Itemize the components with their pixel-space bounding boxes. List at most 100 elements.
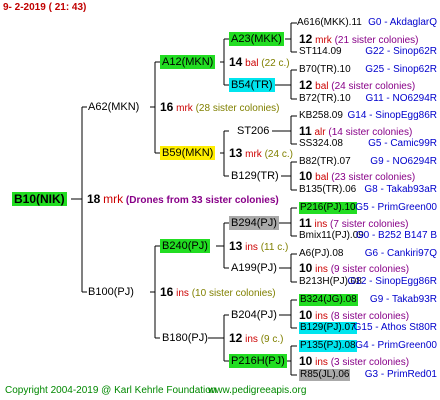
g4-label-3[interactable]: B72(TR).10: [299, 93, 351, 105]
root-note: (Drones from 33 sister colonies): [125, 195, 279, 206]
g3-stats-1: 12 bal (24 sister colonies): [299, 79, 415, 93]
g3-mark-4: ins: [314, 219, 328, 230]
g3-mark-6: ins: [315, 311, 328, 322]
g3-note-1: (24 sister colonies): [331, 81, 416, 92]
g3-node-6[interactable]: B204(PJ): [229, 308, 279, 322]
g3-node-3[interactable]: B129(TR): [229, 169, 281, 183]
g2-mark-2: ins: [245, 242, 258, 253]
g4-label-12[interactable]: B324(JG).08: [299, 294, 358, 306]
g3-count-2: 11: [299, 124, 312, 138]
g4-info-15: G3 - PrimRed01: [364, 369, 437, 380]
g4-info-3: G11 - NO6294R: [365, 93, 437, 104]
g4-info-6: G9 - NO6294R: [370, 156, 437, 167]
g3-node-2[interactable]: ST206: [235, 124, 271, 138]
g4-label-1[interactable]: ST114.09: [299, 46, 342, 58]
g3-count-7: 10: [299, 354, 313, 368]
g3-stats-0: 12 mrk (21 sister colonies): [299, 33, 419, 47]
g2-stats-1: 13 mrk (24 c.): [229, 147, 293, 161]
g2-count-2: 13: [229, 239, 243, 253]
g4-label-8[interactable]: P216(PJ).10: [299, 202, 357, 214]
g1-node-0[interactable]: A62(MKN): [86, 100, 141, 114]
g4-label-6[interactable]: B82(TR).07: [299, 156, 351, 168]
g4-info-8: G5 - PrimGreen00: [355, 202, 437, 213]
root-stats: 18 mrk (Drones from 33 sister colonies): [87, 193, 279, 207]
g3-mark-2: alr: [314, 127, 326, 138]
g3-count-3: 10: [299, 169, 313, 183]
root-count: 18: [87, 192, 101, 206]
g3-note-2: (14 sister colonies): [328, 127, 413, 138]
g1-stats-0: 16 mrk (28 sister colonies): [160, 101, 280, 115]
g3-note-0: (21 sister colonies): [334, 35, 419, 46]
g4-label-14[interactable]: P135(PJ).08: [299, 340, 357, 352]
g3-stats-3: 10 bal (23 sister colonies): [299, 170, 415, 184]
g3-mark-1: bal: [315, 81, 329, 92]
g4-info-5: G5 - Camic99R: [368, 138, 437, 149]
g3-stats-4: 11 ins (7 sister colonies): [299, 217, 408, 231]
g2-note-3: (9 c.): [260, 334, 284, 345]
g2-node-0[interactable]: A12(MKN): [160, 55, 216, 69]
g4-label-9[interactable]: Bmix11(PJ).09: [299, 230, 364, 242]
g2-node-1[interactable]: B59(MKN): [160, 146, 216, 160]
g3-note-7: (3 sister colonies): [330, 357, 410, 368]
g2-stats-2: 13 ins (11 c.): [229, 240, 288, 254]
g2-stats-0: 14 bal (22 c.): [229, 56, 290, 70]
g4-label-10[interactable]: A6(PJ).08: [299, 248, 343, 260]
g2-node-3[interactable]: B180(PJ): [160, 331, 210, 345]
g3-count-1: 12: [299, 78, 313, 92]
g4-label-0[interactable]: A616(MKK).11: [297, 17, 362, 29]
g3-mark-7: ins: [315, 357, 328, 368]
g1-node-1[interactable]: B100(PJ): [86, 285, 136, 299]
g3-stats-5: 10 ins (9 sister colonies): [299, 262, 409, 276]
g4-info-2: G25 - Sinop62R: [365, 64, 437, 75]
g3-node-4[interactable]: B294(PJ): [229, 216, 279, 230]
root-mark: mrk: [103, 192, 124, 206]
g2-node-2[interactable]: B240(PJ): [160, 239, 210, 253]
g3-node-5[interactable]: A199(PJ): [229, 261, 279, 275]
g4-info-1: G22 - Sinop62R: [365, 46, 437, 57]
g4-label-15[interactable]: R85(JL).06: [299, 369, 351, 381]
g4-info-9: G0 - B252 B147 B: [355, 230, 437, 241]
date-header: 9- 2-2019 ( 21: 43): [3, 2, 87, 13]
g2-count-0: 14: [229, 55, 243, 69]
g1-stats-1: 16 ins (10 sister colonies): [160, 286, 276, 300]
g3-note-4: (7 sister colonies): [330, 219, 409, 230]
g2-mark-0: bal: [245, 58, 259, 69]
g3-node-7[interactable]: P216H(PJ): [229, 354, 287, 368]
g4-info-4: G14 - SinopEgg86R: [347, 110, 437, 121]
g4-label-13[interactable]: B129(PJ).07: [299, 322, 357, 334]
g3-count-6: 10: [299, 308, 313, 322]
g2-mark-1: mrk: [245, 149, 262, 160]
g2-count-3: 12: [229, 331, 243, 345]
g1-mark-1: ins: [176, 288, 189, 299]
g4-info-14: G4 - PrimGreen00: [355, 340, 437, 351]
g3-node-0[interactable]: A23(MKK): [229, 32, 284, 46]
g2-note-2: (11 c.): [260, 242, 289, 253]
g4-label-2[interactable]: B70(TR).10: [299, 64, 351, 76]
root-node[interactable]: B10(NIK): [12, 192, 67, 206]
g3-note-5: (9 sister colonies): [330, 264, 410, 275]
g3-stats-6: 10 ins (8 sister colonies): [299, 309, 409, 323]
g3-count-4: 11: [299, 216, 312, 230]
g4-label-7[interactable]: B135(TR).06: [299, 184, 356, 196]
g4-info-12: G9 - Takab93R: [369, 294, 437, 305]
g2-stats-3: 12 ins (9 c.): [229, 332, 284, 346]
g2-count-1: 13: [229, 146, 243, 160]
g3-count-5: 10: [299, 261, 313, 275]
g3-note-3: (23 sister colonies): [331, 172, 416, 183]
g4-label-4[interactable]: KB258.09: [299, 110, 343, 122]
g3-stats-2: 11 alr (14 sister colonies): [299, 125, 412, 139]
pedigree-chart: { "header": "9- 2-2019 ( 21: 43)", "root…: [0, 0, 440, 400]
g3-mark-0: mrk: [315, 35, 332, 46]
site-link[interactable]: www.pedigreeapis.org: [208, 385, 306, 397]
g4-info-7: G8 - Takab93aR: [364, 184, 437, 195]
g1-note-1: (10 sister colonies): [191, 288, 276, 299]
g2-note-1: (24 c.): [264, 149, 293, 160]
g2-note-0: (22 c.): [261, 58, 290, 69]
g3-mark-3: bal: [315, 172, 329, 183]
g1-count-0: 16: [160, 100, 174, 114]
g3-count-0: 12: [299, 32, 313, 46]
g1-count-1: 16: [160, 285, 174, 299]
g3-node-1[interactable]: B54(TR): [229, 78, 275, 92]
g4-label-5[interactable]: SS324.08: [299, 138, 343, 150]
g2-mark-3: ins: [245, 334, 258, 345]
